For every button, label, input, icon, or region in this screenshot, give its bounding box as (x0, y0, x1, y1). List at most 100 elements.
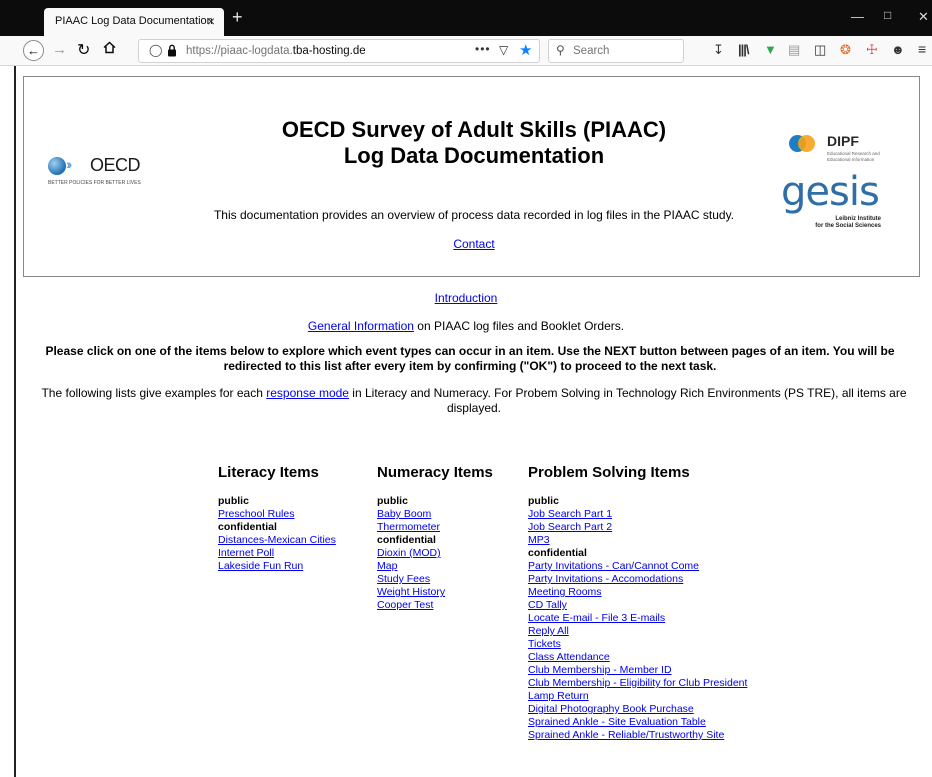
url-text: https://piaac-logdata.tba-hosting.de (186, 45, 366, 57)
lock-icon[interactable] (167, 44, 179, 58)
pocket-icon[interactable]: ▽ (499, 43, 508, 57)
minimize-icon[interactable]: — (851, 9, 864, 24)
item-link[interactable]: Reply All (528, 625, 747, 638)
response-mode-link[interactable]: response mode (266, 386, 349, 400)
page-title: OECD Survey of Adult Skills (PIAAC) Log … (174, 117, 774, 169)
item-link[interactable]: Club Membership - Eligibility for Club P… (528, 677, 747, 690)
reload-icon[interactable]: ↻ (77, 40, 90, 60)
title-line-1: OECD Survey of Adult Skills (PIAAC) (281, 117, 667, 142)
search-input[interactable] (571, 43, 679, 59)
tab-bar: PIAAC Log Data Documentation × + — □ ✕ (0, 0, 932, 36)
problem-solving-confidential-label: confidential (528, 547, 587, 559)
item-link[interactable]: Lakeside Fun Run (218, 560, 336, 573)
adblock-shield-icon[interactable]: ▼ (764, 42, 777, 57)
navigation-toolbar: ← → ↻ ◯ https://piaac-logdata.tba-hostin… (0, 36, 932, 66)
item-link[interactable]: CD Tally (528, 599, 747, 612)
address-bar[interactable]: ◯ https://piaac-logdata.tba-hosting.de •… (138, 39, 540, 63)
url-domain: tba-hosting.de (292, 45, 366, 57)
gesis-logo-text: gesis (781, 169, 880, 215)
item-link[interactable]: Internet Poll (218, 547, 336, 560)
lists-note: The following lists give examples for ea… (24, 386, 924, 416)
oecd-logo-text: OECD (90, 155, 141, 175)
problem-solving-confidential-list: Party Invitations - Can/Cannot Come Party… (528, 560, 747, 742)
gesis-subtitle-line-2: for the Social Sciences (815, 223, 881, 229)
title-line-2: Log Data Documentation (343, 143, 605, 168)
chevrons-icon: ›› (66, 156, 73, 172)
numeracy-column: Numeracy Items public Baby Boom Thermomet… (377, 464, 493, 612)
oecd-tagline: BETTER POLICIES FOR BETTER LIVES (48, 180, 141, 186)
gesis-logo[interactable]: gesis Leibniz Institute for the Social S… (781, 169, 891, 237)
reader-icon[interactable]: ▤ (788, 42, 800, 58)
forward-arrow-icon[interactable]: → (52, 41, 67, 58)
gesis-subtitle-line-1: Leibniz Institute (835, 216, 881, 222)
item-link[interactable]: Class Attendance (528, 651, 747, 664)
item-link[interactable]: Map (377, 560, 493, 573)
download-icon[interactable]: ↧ (713, 42, 724, 58)
item-link[interactable]: Study Fees (377, 573, 493, 586)
item-link[interactable]: Locate E-mail - File 3 E-mails (528, 612, 747, 625)
maximize-icon[interactable]: □ (884, 8, 891, 22)
bookmark-star-icon[interactable]: ★ (519, 41, 532, 59)
tab-title: PIAAC Log Data Documentation (55, 15, 213, 27)
gesis-subtitle: Leibniz Institute for the Social Science… (791, 216, 881, 230)
literacy-public-label: public (218, 495, 249, 507)
header-box: ›› OECD BETTER POLICIES FOR BETTER LIVES… (23, 76, 920, 277)
problem-solving-public-list: Job Search Part 1 Job Search Part 2 MP3 (528, 508, 747, 547)
account-icon[interactable]: ☻ (891, 42, 905, 57)
lists-note-text-1: The following lists give examples for ea… (41, 386, 267, 400)
dipf-subtitle: Educational Research and Educational Inf… (827, 151, 880, 162)
tab-close-icon[interactable]: × (207, 13, 215, 29)
extension-icon[interactable]: ❂ (840, 42, 851, 58)
literacy-heading: Literacy Items (218, 464, 319, 481)
literacy-confidential-list: Distances-Mexican Cities Internet Poll Lak… (218, 534, 336, 573)
item-link[interactable]: Club Membership - Member ID (528, 664, 747, 677)
item-link[interactable]: Job Search Part 2 (528, 521, 747, 534)
back-arrow-icon[interactable]: ← (23, 40, 44, 61)
item-link[interactable]: Distances-Mexican Cities (218, 534, 336, 547)
item-link[interactable]: Meeting Rooms (528, 586, 747, 599)
item-link[interactable]: Sprained Ankle - Site Evaluation Table (528, 716, 747, 729)
item-link[interactable]: Preschool Rules (218, 508, 336, 521)
item-link[interactable]: MP3 (528, 534, 747, 547)
sidebar-icon[interactable]: ◫ (814, 42, 826, 58)
item-link[interactable]: Thermometer (377, 521, 493, 534)
lists-note-text-2: in Literacy and Numeracy. For Probem Sol… (348, 386, 907, 415)
dipf-circle-orange (798, 135, 815, 152)
new-tab-icon[interactable]: + (232, 7, 243, 28)
item-link[interactable]: Tickets (528, 638, 747, 651)
introduction-link[interactable]: Introduction (435, 291, 498, 305)
search-icon: ⚲ (556, 43, 565, 57)
oecd-logo[interactable]: ›› OECD BETTER POLICIES FOR BETTER LIVES (48, 155, 158, 197)
shield-icon[interactable]: ◯ (149, 43, 162, 57)
general-information-link[interactable]: General Information (308, 319, 414, 333)
dipf-logo-text: DIPF (827, 133, 859, 149)
home-icon[interactable] (103, 41, 116, 58)
menu-icon[interactable]: ≡ (918, 41, 926, 57)
contact-link[interactable]: Contact (453, 237, 494, 251)
item-link[interactable]: Cooper Test (377, 599, 493, 612)
url-prefix: https://piaac-logdata. (186, 45, 293, 57)
dipf-logo[interactable]: DIPF Educational Research and Educationa… (789, 133, 899, 163)
item-link[interactable]: Job Search Part 1 (528, 508, 747, 521)
item-link[interactable]: Party Invitations - Can/Cannot Come (528, 560, 747, 573)
item-link[interactable]: Dioxin (MOD) (377, 547, 493, 560)
library-icon[interactable]: |||\ (738, 42, 749, 57)
item-link[interactable]: Digital Photography Book Purchase (528, 703, 747, 716)
page-actions-icon[interactable]: ••• (475, 42, 491, 56)
numeracy-public-list: Baby Boom Thermometer (377, 508, 493, 534)
browser-tab[interactable]: PIAAC Log Data Documentation × (44, 8, 224, 36)
item-link[interactable]: Party Invitations - Accomodations (528, 573, 747, 586)
search-bar[interactable]: ⚲ (548, 39, 684, 63)
item-link[interactable]: Lamp Return (528, 690, 747, 703)
close-window-icon[interactable]: ✕ (918, 9, 929, 25)
item-link[interactable]: Sprained Ankle - Reliable/Trustworthy Si… (528, 729, 747, 742)
general-info-line: General Information on PIAAC log files a… (0, 319, 932, 333)
numeracy-heading: Numeracy Items (377, 464, 493, 481)
problem-solving-column: Problem Solving Items public Job Search … (528, 464, 747, 742)
item-link[interactable]: Weight History (377, 586, 493, 599)
extension-icon-2[interactable]: ☩ (866, 42, 878, 58)
item-link[interactable]: Baby Boom (377, 508, 493, 521)
literacy-column: Literacy Items public Preschool Rules co… (218, 464, 336, 573)
page-content: ›› OECD BETTER POLICIES FOR BETTER LIVES… (0, 66, 932, 777)
page-description: This documentation provides an overview … (213, 208, 735, 222)
